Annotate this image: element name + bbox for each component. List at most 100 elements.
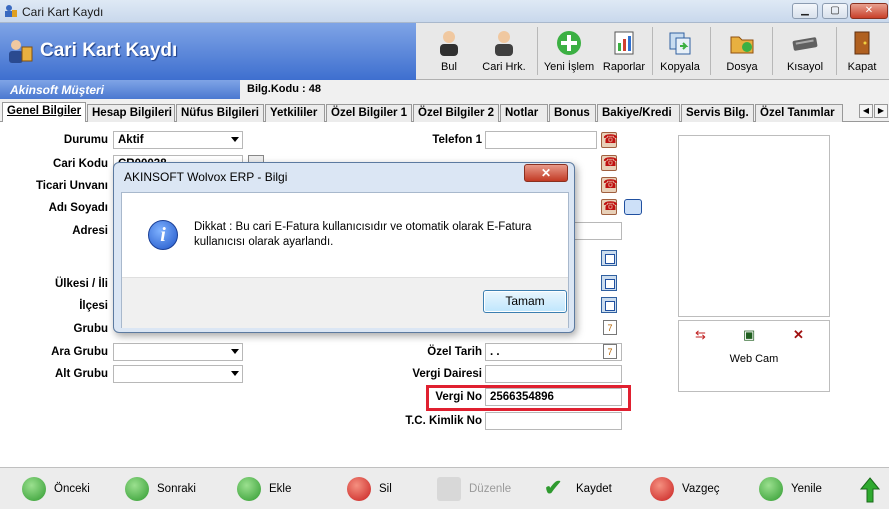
bul-button[interactable]: Bul: [428, 27, 470, 77]
kaydet-button[interactable]: ✔ Kaydet: [544, 477, 614, 503]
cancel-icon: [650, 477, 674, 501]
ticari-unvan-label: Ticari Unvanı: [35, 180, 108, 192]
tab-strip: Genel Bilgiler Hesap Bilgileri Nüfus Bil…: [0, 102, 889, 123]
find-user-icon: [440, 31, 458, 56]
tab-ozel-bilgiler-2[interactable]: Özel Bilgiler 2: [413, 104, 499, 122]
calendar-icon[interactable]: 7: [603, 344, 617, 359]
banner: Cari Kart Kaydı: [0, 23, 416, 80]
tab-scroll-left-button[interactable]: ◀: [859, 104, 873, 118]
arrow-right-icon: [125, 477, 149, 501]
ara-grubu-label: Ara Grubu: [51, 346, 108, 358]
yeni-islem-button[interactable]: Yeni İşlem: [543, 27, 595, 77]
tab-servis-bilg[interactable]: Servis Bilg.: [681, 104, 754, 122]
ulkesi-label: Ülkesi / İli: [54, 278, 108, 290]
alt-grubu-label: Alt Grubu: [54, 368, 108, 380]
ilcesi-label: İlçesi: [79, 300, 108, 312]
phone-icon[interactable]: [601, 177, 618, 193]
plus-icon: [557, 31, 581, 55]
dialog-title: AKINSOFT Wolvox ERP - Bilgi: [124, 170, 288, 184]
copy-icon: [669, 32, 691, 55]
ara-grubu-select[interactable]: [113, 343, 243, 361]
calendar-icon[interactable]: 7: [603, 320, 617, 335]
phone-icon[interactable]: [601, 199, 618, 215]
tab-notlar[interactable]: Notlar: [500, 104, 548, 122]
keyboard-icon: [792, 37, 818, 51]
sonraki-button[interactable]: Sonraki: [125, 477, 200, 503]
onceki-button[interactable]: Önceki: [22, 477, 92, 503]
sil-button[interactable]: Sil: [347, 477, 397, 503]
vergi-no-highlight: [426, 385, 631, 411]
telefon-1-input[interactable]: [485, 131, 597, 149]
phone-icon[interactable]: [601, 132, 618, 148]
kopyala-button[interactable]: Kopyala: [656, 27, 704, 77]
grubu-label: Grubu: [73, 323, 109, 335]
bilg-kodu: Bilg.Kodu : 48: [247, 83, 321, 95]
scroll-up-button[interactable]: [860, 477, 882, 503]
arrow-up-icon: [860, 477, 880, 503]
tab-genel-bilgiler[interactable]: Genel Bilgiler: [2, 102, 86, 123]
vergi-dairesi-input[interactable]: [485, 365, 622, 383]
vazgec-button[interactable]: Vazgeç: [650, 477, 720, 503]
banner-title: Cari Kart Kaydı: [40, 40, 178, 61]
kapat-button[interactable]: Kapat: [842, 27, 882, 77]
info-icon: i: [148, 220, 178, 250]
chevron-down-icon: [231, 371, 239, 376]
photo-box[interactable]: [678, 135, 830, 317]
cari-hrk-button[interactable]: Cari Hrk.: [480, 27, 528, 77]
tab-scroll-right-button[interactable]: ▶: [874, 104, 888, 118]
edit-icon: [437, 477, 461, 501]
telefon-1-label: Telefon 1: [432, 134, 482, 146]
alt-grubu-select[interactable]: [113, 365, 243, 383]
info-dialog: AKINSOFT Wolvox ERP - Bilgi ✕ i Dikkat :…: [113, 162, 575, 333]
dosya-button[interactable]: Dosya: [720, 27, 764, 77]
dial-icon[interactable]: [624, 199, 642, 215]
account-movement-icon: [495, 31, 513, 56]
phone-icon[interactable]: [601, 155, 618, 171]
yenile-button[interactable]: Yenile: [759, 477, 829, 503]
exit-door-icon: [854, 31, 870, 55]
dialog-body: i Dikkat : Bu cari E-Fatura kullanıcısıd…: [121, 192, 569, 328]
maximize-button[interactable]: ▢: [822, 3, 848, 19]
dialog-message: Dikkat : Bu cari E-Fatura kullanıcısıdır…: [194, 221, 532, 248]
ozel-tarih-input[interactable]: . .: [485, 343, 622, 361]
webcam-label[interactable]: Web Cam: [679, 353, 829, 365]
tab-hesap-bilgileri[interactable]: Hesap Bilgileri: [87, 104, 175, 122]
cari-kodu-label: Cari Kodu: [53, 158, 108, 170]
minimize-button[interactable]: ▁: [792, 3, 818, 19]
folder-icon: [730, 36, 754, 54]
import-photo-icon[interactable]: ⇆: [695, 327, 706, 343]
chevron-down-icon: [231, 349, 239, 354]
kisayol-button[interactable]: Kısayol: [780, 27, 830, 77]
tab-ozel-tanimlar[interactable]: Özel Tanımlar: [755, 104, 843, 122]
adi-soyadi-label: Adı Soyadı: [48, 202, 108, 214]
raporlar-button[interactable]: Raporlar: [600, 27, 648, 77]
refresh-icon: [759, 477, 783, 501]
tc-kimlik-label: T.C. Kimlik No: [405, 415, 482, 427]
dialog-close-button[interactable]: ✕: [524, 164, 568, 182]
tamam-button[interactable]: Tamam: [483, 290, 567, 313]
footer-toolbar: Önceki Sonraki Ekle Sil Düzenle ✔ Kaydet…: [0, 467, 889, 509]
tab-ozel-bilgiler-1[interactable]: Özel Bilgiler 1: [326, 104, 412, 122]
ekle-button[interactable]: Ekle: [237, 477, 297, 503]
tc-kimlik-input[interactable]: [485, 412, 622, 430]
durumu-select[interactable]: Aktif: [113, 131, 243, 149]
tab-bonus[interactable]: Bonus: [549, 104, 596, 122]
app-icon: [5, 5, 17, 17]
chevron-down-icon: [231, 137, 239, 142]
arrow-left-icon: [22, 477, 46, 501]
tab-nufus-bilgileri[interactable]: Nüfus Bilgileri: [176, 104, 264, 122]
map-icon[interactable]: [601, 297, 617, 313]
durumu-label: Durumu: [63, 134, 108, 146]
record-header: Akinsoft Müşteri Bilg.Kodu : 48: [0, 80, 889, 99]
camera-icon[interactable]: ▣: [743, 327, 755, 343]
vergi-dairesi-label: Vergi Dairesi: [412, 368, 482, 380]
delete-photo-icon[interactable]: ✕: [793, 327, 804, 343]
webcam-box: ⇆ ▣ ✕ Web Cam: [678, 320, 830, 392]
tab-bakiye-kredi[interactable]: Bakiye/Kredi: [597, 104, 680, 122]
window-close-button[interactable]: ✕: [850, 3, 888, 19]
map-icon[interactable]: [601, 275, 617, 291]
ozel-tarih-label: Özel Tarih: [427, 346, 482, 358]
map-icon[interactable]: [601, 250, 617, 266]
duzenle-button[interactable]: Düzenle: [437, 477, 517, 503]
tab-yetkililer[interactable]: Yetkililer: [265, 104, 325, 122]
